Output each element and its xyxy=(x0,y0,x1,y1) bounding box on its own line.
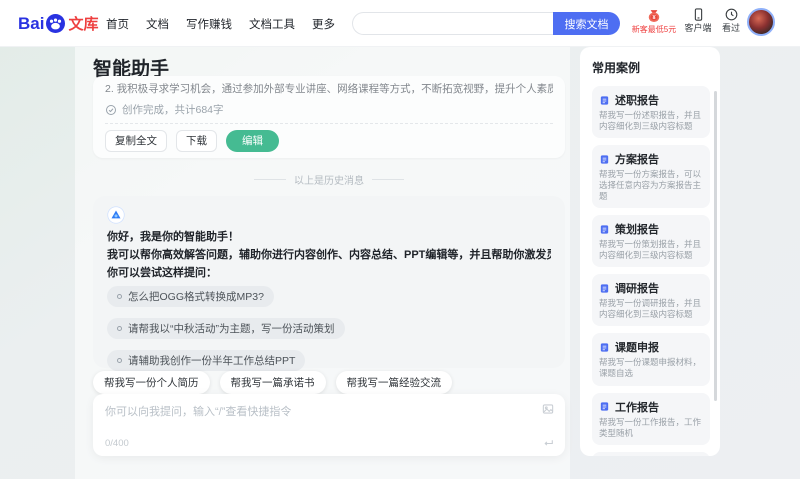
suggested-prompts: 怎么把OGG格式转换成MP3? 请帮我以“中秋活动”为主题，写一份活动策划 请辅… xyxy=(107,286,551,371)
case-header: 工作报告 xyxy=(599,399,703,415)
quick-action-pill[interactable]: 帮我写一篇经验交流 xyxy=(335,371,452,394)
case-title: 调研报告 xyxy=(615,283,659,296)
search-input[interactable] xyxy=(352,12,553,35)
nav-link[interactable]: 更多 xyxy=(312,16,335,32)
case-title: 述职报告 xyxy=(615,95,659,107)
nav-links: 首页 文档 写作赚钱 文档工具 更多 xyxy=(106,0,335,47)
promo-gift-icon: ¥ xyxy=(648,10,660,22)
new-customer-promo[interactable]: ¥ 新客最低5元 xyxy=(630,6,678,35)
case-card[interactable]: 课题申报 帮我写一份课题申报材料，课题自选 xyxy=(592,333,710,386)
case-header: 课题申报 xyxy=(599,339,703,355)
nav-link[interactable]: 文档 xyxy=(146,16,169,32)
creation-status: 创作完成，共计684字 xyxy=(105,102,224,117)
quick-action-pill[interactable]: 帮我写一份个人简历 xyxy=(93,371,210,394)
case-header: 调研报告 xyxy=(599,280,703,296)
promo-label: 新客最低5元 xyxy=(631,25,677,34)
logo-wenku-text: 文库 xyxy=(68,16,99,33)
divider-line xyxy=(254,179,286,180)
case-card[interactable]: 调研报告 帮我写一份调研报告，并且内容细化到三级内容标题 xyxy=(592,274,710,327)
history-result-card: 2. 我积极寻求学习机会，通过参加外部专业讲座、网络课程等方式，不断拓宽视野，提… xyxy=(93,76,565,158)
case-description: 帮我写一份调研报告，并且内容细化到三级内容标题 xyxy=(599,298,702,320)
top-navbar: Bai 文库 首页 文档 写作赚钱 文档工具 更多 搜索文档 ¥ 新客最低5元 … xyxy=(0,0,800,47)
search-bar: 搜索文档 xyxy=(352,12,620,35)
case-card[interactable]: 思想汇报 帮我写一份思想汇报 xyxy=(592,451,710,456)
chat-input[interactable] xyxy=(93,394,565,456)
case-title: 工作报告 xyxy=(615,401,659,414)
document-icon xyxy=(600,343,609,352)
clock-icon xyxy=(725,8,737,21)
copy-all-button[interactable]: 复制全文 xyxy=(105,130,167,152)
nav-link[interactable]: 首页 xyxy=(106,16,129,32)
document-icon xyxy=(600,225,609,234)
suggested-prompt[interactable]: 请帮我以“中秋活动”为主题，写一份活动策划 xyxy=(107,318,345,339)
assistant-greeting: 你好，我是你的智能助手！ xyxy=(107,231,239,243)
assistant-avatar-icon xyxy=(107,206,125,224)
suggested-prompt[interactable]: 怎么把OGG格式转换成MP3? xyxy=(107,286,274,307)
case-card[interactable]: 述职报告 帮我写一份述职报告，并且内容细化到三级内容标题 xyxy=(592,86,710,139)
document-icon xyxy=(600,95,609,105)
assistant-intro: 我可以帮你高效解答问题，辅助你进行内容创作、内容总结、PPT编辑等，并且帮助你激… xyxy=(107,249,551,261)
case-description: 帮我写一份课题申报材料，课题自选 xyxy=(599,357,702,379)
char-counter: 0/400 xyxy=(105,438,129,449)
nav-link[interactable]: 文档工具 xyxy=(249,16,295,32)
assistant-message-card: 你好，我是你的智能助手！ 我可以帮你高效解答问题，辅助你进行内容创作、内容总结、… xyxy=(93,196,565,371)
document-icon xyxy=(600,402,609,411)
case-description: 帮我写一份述职报告，并且内容细化到三级内容标题 xyxy=(599,110,702,132)
chat-input-card: 0/400 xyxy=(93,394,565,456)
client-app-entry[interactable]: 客户端 xyxy=(682,7,714,35)
case-card[interactable]: 工作报告 帮我写一份工作报告，工作类型随机 xyxy=(592,392,710,445)
case-header: 方案报告 xyxy=(599,151,703,167)
enter-send-icon[interactable] xyxy=(542,437,555,450)
bullet-dot-icon xyxy=(117,294,122,299)
client-label: 客户端 xyxy=(684,23,712,33)
quick-actions: 帮我写一份个人简历 帮我写一篇承诺书 帮我写一篇经验交流 xyxy=(93,371,452,394)
case-card[interactable]: 策划报告 帮我写一份策划报告，并且内容细化到三级内容标题 xyxy=(592,215,710,268)
seen-label: 看过 xyxy=(721,23,740,33)
user-avatar[interactable] xyxy=(747,8,775,36)
case-title: 方案报告 xyxy=(615,154,659,167)
logo-bai-text: Bai xyxy=(18,13,45,33)
suggested-prompt-label: 怎么把OGG格式转换成MP3? xyxy=(128,291,264,303)
bullet-dot-icon xyxy=(117,326,122,331)
search-docs-button[interactable]: 搜索文档 xyxy=(553,12,620,35)
case-card[interactable]: 方案报告 帮我写一份方案报告，可以选择任意内容为方案报告主题 xyxy=(592,145,710,209)
case-list: 述职报告 帮我写一份述职报告，并且内容细化到三级内容标题 方案报告 帮我写一份方… xyxy=(592,86,710,456)
history-divider-label: 以上是历史消息 xyxy=(294,176,364,187)
divider-line xyxy=(372,179,404,180)
history-divider: 以上是历史消息 xyxy=(93,172,565,187)
status-text: 创作完成，共计684字 xyxy=(122,104,224,116)
case-description: 帮我写一份工作报告，工作类型随机 xyxy=(599,416,702,438)
suggested-prompt[interactable]: 请辅助我创作一份半年工作总结PPT xyxy=(107,350,306,371)
case-title: 策划报告 xyxy=(615,224,659,237)
document-icon xyxy=(600,154,609,164)
common-cases-sidebar: 常用案例 述职报告 帮我写一份述职报告，并且内容细化到三级内容标题 方案报告 帮… xyxy=(580,47,720,456)
bullet-dot-icon xyxy=(117,358,122,363)
check-circle-icon xyxy=(106,104,116,115)
sidebar-scrollbar[interactable] xyxy=(714,91,717,401)
baidu-paw-icon xyxy=(46,14,66,33)
phone-icon xyxy=(694,8,702,21)
quick-action-pill[interactable]: 帮我写一篇承诺书 xyxy=(219,371,326,394)
case-header: 策划报告 xyxy=(599,221,703,237)
case-description: 帮我写一份方案报告，可以选择任意内容为方案报告主题 xyxy=(599,169,702,202)
nav-link[interactable]: 写作赚钱 xyxy=(186,16,232,32)
document-icon xyxy=(600,284,609,293)
case-title: 课题申报 xyxy=(615,342,659,355)
suggested-prompt-label: 请辅助我创作一份半年工作总结PPT xyxy=(128,355,296,367)
document-excerpt: 2. 我积极寻求学习机会，通过参加外部专业讲座、网络课程等方式，不断拓宽视野，提… xyxy=(105,83,553,95)
edit-button[interactable]: 编辑 xyxy=(226,130,279,152)
assistant-prompt-label: 你可以尝试这样提问： xyxy=(107,267,217,279)
sidebar-title: 常用案例 xyxy=(592,61,641,75)
recently-viewed-entry[interactable]: 看过 xyxy=(718,7,744,35)
suggested-prompt-label: 请帮我以“中秋活动”为主题，写一份活动策划 xyxy=(128,323,335,335)
image-upload-icon[interactable] xyxy=(541,402,555,416)
case-header: 述职报告 xyxy=(599,92,703,108)
download-button[interactable]: 下载 xyxy=(176,130,217,152)
dashed-divider xyxy=(105,123,553,124)
result-actions: 复制全文 下载 编辑 xyxy=(105,130,279,152)
case-description: 帮我写一份策划报告，并且内容细化到三级内容标题 xyxy=(599,239,702,261)
baidu-wenku-logo[interactable]: Bai 文库 xyxy=(18,0,98,47)
